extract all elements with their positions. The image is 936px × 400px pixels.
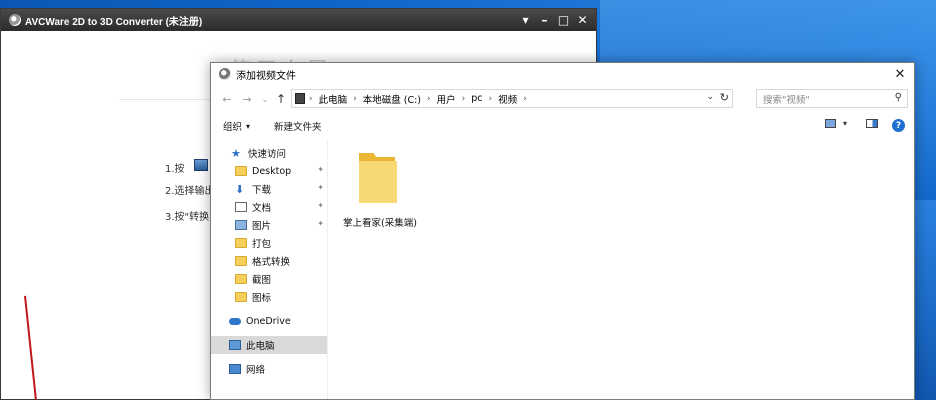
cloud-icon xyxy=(229,317,241,325)
file-list: 掌上看家(采集端) xyxy=(329,139,914,399)
nav-network[interactable]: 网络 xyxy=(211,360,327,378)
wizard-step-1: 1.按 xyxy=(165,164,185,175)
change-view-button[interactable]: ▾ xyxy=(825,119,847,128)
nav-item-pack[interactable]: 打包 xyxy=(211,234,327,252)
nav-label: 文档 xyxy=(252,203,272,214)
dialog-titlebar[interactable]: 添加视频文件 ✕ xyxy=(211,63,914,85)
divider xyxy=(119,99,219,100)
list-item[interactable]: 掌上看家(采集端) xyxy=(329,139,429,235)
dropdown-icon[interactable]: ▾ xyxy=(518,12,533,27)
star-icon: ★ xyxy=(231,146,241,160)
nav-this-pc[interactable]: 此电脑 xyxy=(211,336,327,354)
nav-label: 格式转换 xyxy=(252,257,291,268)
folder-icon xyxy=(235,292,247,302)
chevron-down-icon[interactable]: ⌄ xyxy=(706,92,714,102)
nav-quick-access[interactable]: ★ 快速访问 xyxy=(211,144,327,162)
nav-item-screenshots[interactable]: 截图 xyxy=(211,270,327,288)
add-file-icon xyxy=(194,159,208,171)
organize-label: 组织 xyxy=(223,122,243,133)
navigation-pane: ★ 快速访问 Desktop ✦ ⬇ 下载 ✦ 文档 ✦ 图片 ✦ 打包 格式转… xyxy=(211,139,328,399)
avcware-titlebar[interactable]: AVCWare 2D to 3D Converter (未注册) ▾ – □ ✕ xyxy=(1,9,596,31)
help-button[interactable]: ? xyxy=(892,119,905,132)
forward-arrow-icon[interactable]: → xyxy=(239,91,255,107)
close-icon[interactable]: ✕ xyxy=(886,63,914,85)
nav-item-icons[interactable]: 图标 xyxy=(211,288,327,306)
search-placeholder: 搜索"视频" xyxy=(763,94,810,106)
computer-icon xyxy=(295,93,305,104)
nav-label: 网络 xyxy=(246,365,266,376)
maximize-icon[interactable]: □ xyxy=(556,12,571,27)
film-reel-icon xyxy=(9,14,21,26)
organize-button[interactable]: 组织 ▾ xyxy=(223,119,251,134)
nav-label: 快速访问 xyxy=(248,149,287,160)
command-bar: 组织 ▾ 新建文件夹 ▾ ? xyxy=(211,115,914,137)
breadcrumb-users[interactable]: 用户 xyxy=(437,92,456,106)
refresh-icon[interactable]: ↻ xyxy=(720,91,729,104)
nav-item-format-convert[interactable]: 格式转换 xyxy=(211,252,327,270)
pin-icon: ✦ xyxy=(317,165,324,174)
nav-label: 此电脑 xyxy=(246,341,275,352)
nav-label: OneDrive xyxy=(246,315,291,327)
up-arrow-icon[interactable]: ↑ xyxy=(273,91,289,107)
breadcrumb-videos[interactable]: 视频 xyxy=(498,92,517,106)
close-icon[interactable]: ✕ xyxy=(575,12,590,27)
download-arrow-icon: ⬇ xyxy=(235,182,245,196)
nav-onedrive[interactable]: OneDrive xyxy=(211,312,327,330)
wizard-step-2: 2.选择输出 xyxy=(165,186,215,197)
breadcrumb-pc[interactable]: pc xyxy=(471,93,482,104)
search-icon: ⚲ xyxy=(894,92,902,103)
address-bar[interactable]: › 此电脑 › 本地磁盘 (C:) › 用户 › pc › 视频 › ⌄ ↻ xyxy=(291,89,733,108)
add-video-dialog: 添加视频文件 ✕ ← → ⌄ ↑ › 此电脑 › 本地磁盘 (C:) › 用户 › p… xyxy=(210,62,915,400)
preview-pane-button[interactable] xyxy=(866,119,878,128)
chevron-down-icon: ▾ xyxy=(246,121,251,131)
back-arrow-icon[interactable]: ← xyxy=(219,91,235,107)
nav-label: 下载 xyxy=(252,185,272,196)
dialog-title: 添加视频文件 xyxy=(236,70,296,82)
pin-icon: ✦ xyxy=(317,183,324,192)
film-reel-icon xyxy=(219,68,231,80)
folder-icon xyxy=(235,256,247,266)
folder-icon xyxy=(235,274,247,284)
chevron-right-icon: › xyxy=(461,93,466,104)
navigation-bar: ← → ⌄ ↑ › 此电脑 › 本地磁盘 (C:) › 用户 › pc › 视频 › ⌄ … xyxy=(211,87,914,113)
nav-item-downloads[interactable]: ⬇ 下载 ✦ xyxy=(211,180,327,198)
view-icon xyxy=(825,119,836,128)
folder-icon xyxy=(235,238,247,248)
nav-label: 打包 xyxy=(252,239,272,250)
document-icon xyxy=(235,202,247,212)
new-folder-button[interactable]: 新建文件夹 xyxy=(274,119,322,133)
wizard-step-3: 3.按"转换" xyxy=(165,212,214,223)
nav-item-desktop[interactable]: Desktop ✦ xyxy=(211,162,327,180)
chevron-down-icon: ▾ xyxy=(843,119,848,128)
computer-icon xyxy=(229,340,241,350)
folder-name: 掌上看家(采集端) xyxy=(343,218,417,229)
chevron-right-icon: › xyxy=(523,93,527,104)
search-input[interactable]: 搜索"视频" ⚲ xyxy=(756,89,908,108)
folder-icon xyxy=(355,151,401,207)
pin-icon: ✦ xyxy=(317,219,324,228)
chevron-right-icon: › xyxy=(488,93,493,104)
avcware-title: AVCWare 2D to 3D Converter (未注册) xyxy=(25,16,203,28)
help-icon: ? xyxy=(892,119,905,132)
nav-label: 截图 xyxy=(252,275,272,286)
minimize-icon[interactable]: – xyxy=(537,12,552,27)
chevron-right-icon: › xyxy=(309,93,313,104)
nav-item-pictures[interactable]: 图片 ✦ xyxy=(211,216,327,234)
breadcrumb-local-disk[interactable]: 本地磁盘 (C:) xyxy=(363,92,421,106)
pin-icon: ✦ xyxy=(317,201,324,210)
nav-item-documents[interactable]: 文档 ✦ xyxy=(211,198,327,216)
nav-label: Desktop xyxy=(252,165,292,177)
folder-icon xyxy=(235,166,247,176)
network-icon xyxy=(229,364,241,374)
nav-label: 图标 xyxy=(252,293,272,304)
picture-icon xyxy=(235,220,247,230)
chevron-right-icon: › xyxy=(353,93,357,104)
new-folder-label: 新建文件夹 xyxy=(274,122,322,133)
nav-label: 图片 xyxy=(252,221,272,232)
preview-pane-icon xyxy=(866,119,878,128)
breadcrumb-this-pc[interactable]: 此电脑 xyxy=(319,92,348,106)
recent-chevron-icon[interactable]: ⌄ xyxy=(257,91,273,107)
chevron-right-icon: › xyxy=(427,93,431,104)
